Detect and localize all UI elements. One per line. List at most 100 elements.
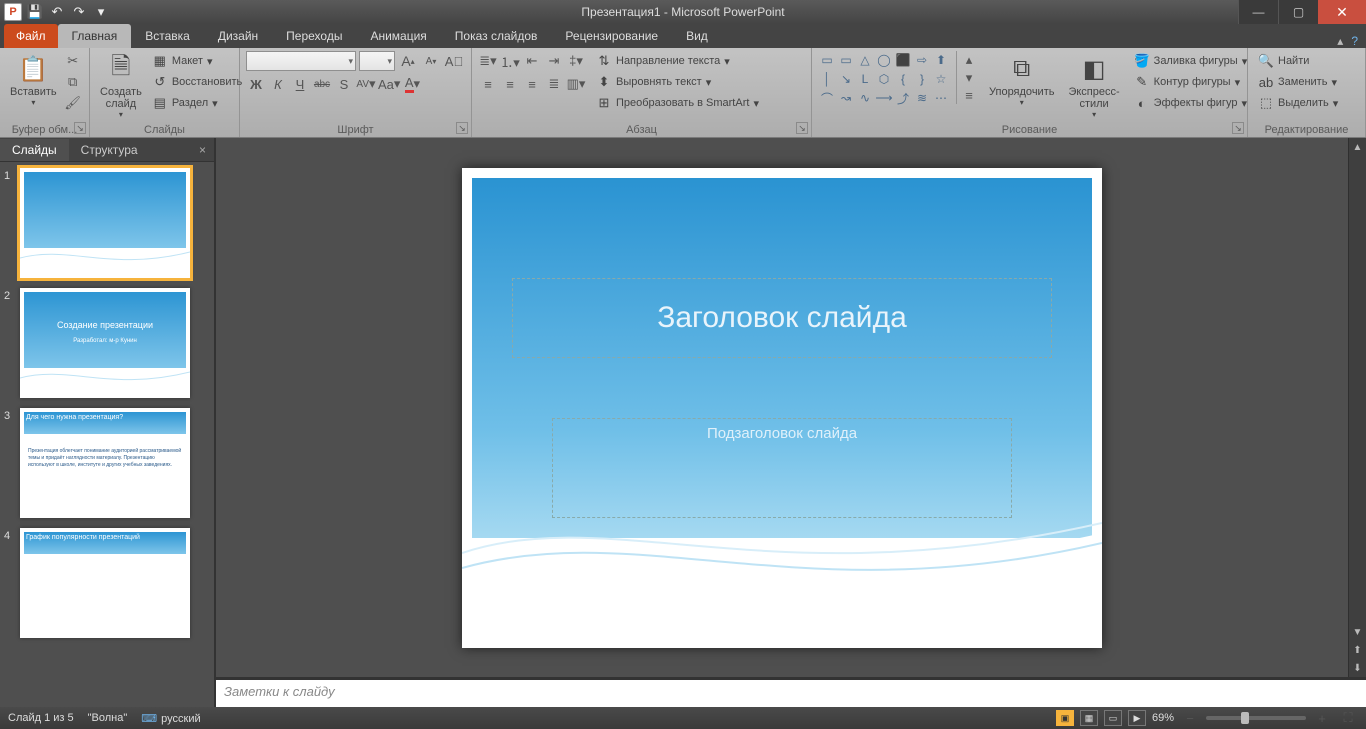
slide-thumbnail-1[interactable] <box>20 168 190 278</box>
reset-button[interactable]: ↺Восстановить <box>148 72 246 92</box>
tab-home[interactable]: Главная <box>58 24 132 48</box>
numbering-button[interactable]: ⒈▾ <box>500 51 520 71</box>
shapes-more-open[interactable]: ≡ <box>959 87 979 104</box>
cut-button[interactable]: ✂ <box>63 51 83 71</box>
shape-item[interactable]: ◯ <box>875 51 893 69</box>
smartart-button[interactable]: ⊞Преобразовать в SmartArt ▾ <box>592 93 763 113</box>
tab-slideshow[interactable]: Показ слайдов <box>441 24 552 48</box>
view-slideshow-button[interactable]: ▶ <box>1128 710 1146 726</box>
qat-customize-button[interactable]: ▾ <box>92 3 110 21</box>
layout-button[interactable]: ▦Макет ▾ <box>148 51 246 71</box>
vertical-scrollbar[interactable]: ▲ ▼ ⬆ ⬇ <box>1348 138 1366 677</box>
zoom-percent[interactable]: 69% <box>1152 712 1174 724</box>
title-placeholder[interactable]: Заголовок слайда <box>512 278 1052 358</box>
section-button[interactable]: ▤Раздел ▾ <box>148 93 246 113</box>
shape-fill-button[interactable]: 🪣Заливка фигуры ▾ <box>1130 51 1252 71</box>
shape-item[interactable]: ⋯ <box>932 89 950 107</box>
view-normal-button[interactable]: ▣ <box>1056 710 1074 726</box>
font-family-combo[interactable] <box>246 51 356 71</box>
shape-item[interactable]: ▭ <box>818 51 836 69</box>
columns-button[interactable]: ▥▾ <box>566 74 586 94</box>
fit-to-window-button[interactable]: ⛶ <box>1338 708 1358 728</box>
ribbon-minimize-icon[interactable]: ▴ <box>1337 34 1343 48</box>
tab-transitions[interactable]: Переходы <box>272 24 356 48</box>
tab-animation[interactable]: Анимация <box>356 24 440 48</box>
shape-item[interactable]: ⬆ <box>932 51 950 69</box>
line-spacing-button[interactable]: ‡▾ <box>566 51 586 71</box>
replace-button[interactable]: abЗаменить ▾ <box>1254 72 1359 92</box>
qat-save-button[interactable]: 💾 <box>26 3 44 21</box>
shape-item[interactable]: ▭ <box>837 51 855 69</box>
shape-item[interactable]: △ <box>856 51 874 69</box>
close-panel-button[interactable]: × <box>191 143 214 157</box>
view-reading-button[interactable]: ▭ <box>1104 710 1122 726</box>
new-slide-button[interactable]: 🗎 Создать слайд ▾ <box>96 51 146 121</box>
shape-item[interactable]: ☆ <box>932 70 950 88</box>
shape-item[interactable]: ≋ <box>913 89 931 107</box>
font-dialog-launcher[interactable]: ↘ <box>456 122 468 134</box>
status-language[interactable]: ⌨русский <box>141 712 200 725</box>
drawing-dialog-launcher[interactable]: ↘ <box>1232 122 1244 134</box>
font-size-combo[interactable] <box>359 51 395 71</box>
tab-file[interactable]: Файл <box>4 24 58 48</box>
shapes-more-down[interactable]: ▾ <box>959 69 979 86</box>
underline-button[interactable]: Ч <box>290 74 310 94</box>
zoom-slider[interactable] <box>1206 716 1306 720</box>
tab-review[interactable]: Рецензирование <box>551 24 672 48</box>
shape-item[interactable]: │ <box>818 70 836 88</box>
bold-button[interactable]: Ж <box>246 74 266 94</box>
shape-item[interactable]: ⟶ <box>875 89 893 107</box>
next-slide-button[interactable]: ⬇ <box>1349 659 1366 677</box>
tab-slides[interactable]: Слайды <box>0 139 69 161</box>
grow-font-button[interactable]: A▴ <box>398 51 418 71</box>
shape-item[interactable]: } <box>913 70 931 88</box>
char-spacing-button[interactable]: AV▾ <box>356 74 376 94</box>
shape-item[interactable]: ↝ <box>837 89 855 107</box>
shrink-font-button[interactable]: A▾ <box>421 51 441 71</box>
align-right-button[interactable]: ≡ <box>522 74 542 94</box>
shape-item[interactable]: ⬡ <box>875 70 893 88</box>
qat-undo-button[interactable]: ↶ <box>48 3 66 21</box>
scroll-down-button[interactable]: ▼ <box>1349 623 1366 641</box>
shape-item[interactable]: ⇨ <box>913 51 931 69</box>
close-button[interactable]: ✕ <box>1318 0 1366 24</box>
shape-outline-button[interactable]: ✎Контур фигуры ▾ <box>1130 72 1252 92</box>
tab-design[interactable]: Дизайн <box>204 24 272 48</box>
slide-thumbnail-3[interactable]: Для чего нужна презентация? Презентация … <box>20 408 190 518</box>
shape-item[interactable]: { <box>894 70 912 88</box>
paste-button[interactable]: 📋 Вставить ▾ <box>6 51 61 113</box>
font-color-button[interactable]: A▾ <box>402 74 422 94</box>
shadow-button[interactable]: S <box>334 74 354 94</box>
bullets-button[interactable]: ≣▾ <box>478 51 498 71</box>
qat-redo-button[interactable]: ↷ <box>70 3 88 21</box>
shape-item[interactable]: ⌒ <box>818 89 836 107</box>
quick-styles-button[interactable]: ◧ Экспресс-стили ▾ <box>1064 51 1123 121</box>
select-button[interactable]: ⬚Выделить ▾ <box>1254 93 1359 113</box>
tab-view[interactable]: Вид <box>672 24 722 48</box>
shape-item[interactable]: ⬛ <box>894 51 912 69</box>
slide-thumbnail-2[interactable]: Создание презентации Разработал: м-р Кун… <box>20 288 190 398</box>
shape-item[interactable]: ↘ <box>837 70 855 88</box>
tab-insert[interactable]: Вставка <box>131 24 204 48</box>
notes-pane[interactable]: Заметки к слайду <box>216 677 1366 707</box>
paragraph-dialog-launcher[interactable]: ↘ <box>796 122 808 134</box>
shapes-more-up[interactable]: ▴ <box>959 51 979 68</box>
align-center-button[interactable]: ≡ <box>500 74 520 94</box>
minimize-button[interactable]: — <box>1238 0 1278 24</box>
align-left-button[interactable]: ≡ <box>478 74 498 94</box>
italic-button[interactable]: К <box>268 74 288 94</box>
slide[interactable]: Заголовок слайда Подзаголовок слайда <box>462 168 1102 648</box>
justify-button[interactable]: ≣ <box>544 74 564 94</box>
decrease-indent-button[interactable]: ⇤ <box>522 51 542 71</box>
arrange-button[interactable]: ⧉ Упорядочить ▾ <box>985 51 1058 109</box>
strike-button[interactable]: abc <box>312 74 332 94</box>
find-button[interactable]: 🔍Найти <box>1254 51 1359 71</box>
increase-indent-button[interactable]: ⇥ <box>544 51 564 71</box>
shape-item[interactable]: ∿ <box>856 89 874 107</box>
change-case-button[interactable]: Aa▾ <box>378 74 400 94</box>
canvas-area[interactable]: Заголовок слайда Подзаголовок слайда <box>216 138 1348 677</box>
ribbon-help-icon[interactable]: ? <box>1351 34 1358 48</box>
text-direction-button[interactable]: ⇅Направление текста ▾ <box>592 51 763 71</box>
slide-thumbnail-4[interactable]: График популярности презентаций <box>20 528 190 638</box>
shape-item[interactable]: ⤴ <box>894 89 912 107</box>
